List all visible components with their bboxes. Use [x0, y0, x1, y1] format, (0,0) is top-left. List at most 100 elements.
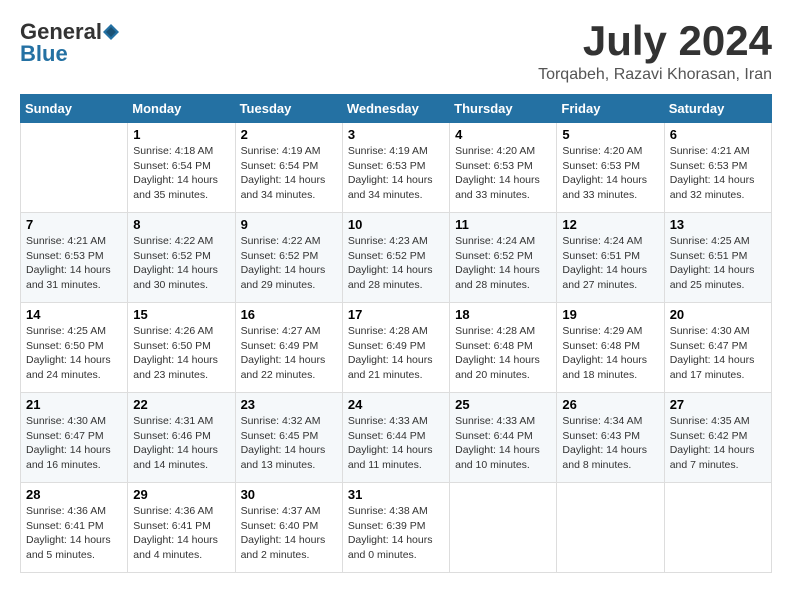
calendar-day-8: 8 Sunrise: 4:22 AMSunset: 6:52 PMDaylight… — [128, 213, 235, 303]
calendar-week-2: 7 Sunrise: 4:21 AMSunset: 6:53 PMDaylight… — [21, 213, 772, 303]
day-content: Sunrise: 4:22 AMSunset: 6:52 PMDaylight:… — [241, 234, 337, 293]
day-number: 10 — [348, 217, 444, 232]
calendar-day-6: 6 Sunrise: 4:21 AMSunset: 6:53 PMDaylight… — [664, 123, 771, 213]
calendar-day-3: 3Sunrise: 4:19 AMSunset: 6:53 PMDaylight… — [342, 123, 449, 213]
day-number: 14 — [26, 307, 122, 322]
day-content: Sunrise: 4:25 AMSunset: 6:51 PMDaylight:… — [670, 234, 766, 293]
day-content: Sunrise: 4:21 AMSunset: 6:53 PMDaylight:… — [26, 234, 122, 293]
location: Torqabeh, Razavi Khorasan, Iran — [538, 66, 772, 84]
day-number: 2 — [241, 127, 337, 142]
day-number: 20 — [670, 307, 766, 322]
calendar-day-31: 31 Sunrise: 4:38 AMSunset: 6:39 PMDayligh… — [342, 483, 449, 573]
day-content: Sunrise: 4:31 AMSunset: 6:46 PMDaylight:… — [133, 414, 229, 473]
empty-cell — [664, 483, 771, 573]
col-header-saturday: Saturday — [664, 95, 771, 123]
day-content: Sunrise: 4:23 AMSunset: 6:52 PMDaylight:… — [348, 234, 444, 293]
day-content: Sunrise: 4:28 AMSunset: 6:49 PMDaylight:… — [348, 324, 444, 383]
day-content: Sunrise: 4:18 AMSunset: 6:54 PMDaylight:… — [133, 144, 229, 203]
col-header-friday: Friday — [557, 95, 664, 123]
calendar-day-15: 15 Sunrise: 4:26 AMSunset: 6:50 PMDayligh… — [128, 303, 235, 393]
day-content: Sunrise: 4:35 AMSunset: 6:42 PMDaylight:… — [670, 414, 766, 473]
calendar-day-1: 1Sunrise: 4:18 AMSunset: 6:54 PMDaylight… — [128, 123, 235, 213]
col-header-wednesday: Wednesday — [342, 95, 449, 123]
day-number: 4 — [455, 127, 551, 142]
calendar-day-9: 9 Sunrise: 4:22 AMSunset: 6:52 PMDaylight… — [235, 213, 342, 303]
day-content: Sunrise: 4:25 AMSunset: 6:50 PMDaylight:… — [26, 324, 122, 383]
calendar-day-30: 30 Sunrise: 4:37 AMSunset: 6:40 PMDayligh… — [235, 483, 342, 573]
calendar-week-3: 14 Sunrise: 4:25 AMSunset: 6:50 PMDayligh… — [21, 303, 772, 393]
calendar-day-12: 12 Sunrise: 4:24 AMSunset: 6:51 PMDayligh… — [557, 213, 664, 303]
day-number: 18 — [455, 307, 551, 322]
day-content: Sunrise: 4:20 AMSunset: 6:53 PMDaylight:… — [455, 144, 551, 203]
day-number: 13 — [670, 217, 766, 232]
day-content: Sunrise: 4:29 AMSunset: 6:48 PMDaylight:… — [562, 324, 658, 383]
day-content: Sunrise: 4:32 AMSunset: 6:45 PMDaylight:… — [241, 414, 337, 473]
calendar-day-28: 28Sunrise: 4:36 AMSunset: 6:41 PMDayligh… — [21, 483, 128, 573]
day-content: Sunrise: 4:24 AMSunset: 6:52 PMDaylight:… — [455, 234, 551, 293]
day-content: Sunrise: 4:38 AMSunset: 6:39 PMDaylight:… — [348, 504, 444, 563]
day-content: Sunrise: 4:36 AMSunset: 6:41 PMDaylight:… — [133, 504, 229, 563]
calendar-day-18: 18 Sunrise: 4:28 AMSunset: 6:48 PMDayligh… — [450, 303, 557, 393]
empty-cell — [557, 483, 664, 573]
calendar-day-16: 16 Sunrise: 4:27 AMSunset: 6:49 PMDayligh… — [235, 303, 342, 393]
day-content: Sunrise: 4:33 AMSunset: 6:44 PMDaylight:… — [455, 414, 551, 473]
day-content: Sunrise: 4:27 AMSunset: 6:49 PMDaylight:… — [241, 324, 337, 383]
calendar-week-5: 28Sunrise: 4:36 AMSunset: 6:41 PMDayligh… — [21, 483, 772, 573]
calendar-day-19: 19 Sunrise: 4:29 AMSunset: 6:48 PMDayligh… — [557, 303, 664, 393]
day-content: Sunrise: 4:19 AMSunset: 6:54 PMDaylight:… — [241, 144, 337, 203]
day-number: 7 — [26, 217, 122, 232]
logo: General Blue — [20, 20, 120, 66]
calendar-day-22: 22 Sunrise: 4:31 AMSunset: 6:46 PMDayligh… — [128, 393, 235, 483]
day-number: 29 — [133, 487, 229, 502]
day-content: Sunrise: 4:20 AMSunset: 6:53 PMDaylight:… — [562, 144, 658, 203]
day-number: 26 — [562, 397, 658, 412]
col-header-thursday: Thursday — [450, 95, 557, 123]
calendar-day-23: 23 Sunrise: 4:32 AMSunset: 6:45 PMDayligh… — [235, 393, 342, 483]
col-header-sunday: Sunday — [21, 95, 128, 123]
calendar-day-5: 5 Sunrise: 4:20 AMSunset: 6:53 PMDaylight… — [557, 123, 664, 213]
day-number: 8 — [133, 217, 229, 232]
day-content: Sunrise: 4:24 AMSunset: 6:51 PMDaylight:… — [562, 234, 658, 293]
day-number: 6 — [670, 127, 766, 142]
day-number: 11 — [455, 217, 551, 232]
empty-cell — [450, 483, 557, 573]
day-number: 25 — [455, 397, 551, 412]
calendar-day-26: 26 Sunrise: 4:34 AMSunset: 6:43 PMDayligh… — [557, 393, 664, 483]
calendar-day-10: 10 Sunrise: 4:23 AMSunset: 6:52 PMDayligh… — [342, 213, 449, 303]
calendar-header-row: SundayMondayTuesdayWednesdayThursdayFrid… — [21, 95, 772, 123]
day-content: Sunrise: 4:26 AMSunset: 6:50 PMDaylight:… — [133, 324, 229, 383]
day-content: Sunrise: 4:30 AMSunset: 6:47 PMDaylight:… — [670, 324, 766, 383]
day-number: 19 — [562, 307, 658, 322]
empty-cell — [21, 123, 128, 213]
calendar-day-4: 4 Sunrise: 4:20 AMSunset: 6:53 PMDaylight… — [450, 123, 557, 213]
day-number: 27 — [670, 397, 766, 412]
day-number: 9 — [241, 217, 337, 232]
day-content: Sunrise: 4:22 AMSunset: 6:52 PMDaylight:… — [133, 234, 229, 293]
day-number: 22 — [133, 397, 229, 412]
calendar-week-4: 21Sunrise: 4:30 AMSunset: 6:47 PMDayligh… — [21, 393, 772, 483]
day-number: 17 — [348, 307, 444, 322]
day-number: 16 — [241, 307, 337, 322]
day-number: 31 — [348, 487, 444, 502]
day-content: Sunrise: 4:28 AMSunset: 6:48 PMDaylight:… — [455, 324, 551, 383]
day-content: Sunrise: 4:21 AMSunset: 6:53 PMDaylight:… — [670, 144, 766, 203]
col-header-monday: Monday — [128, 95, 235, 123]
calendar-day-29: 29 Sunrise: 4:36 AMSunset: 6:41 PMDayligh… — [128, 483, 235, 573]
month-title: July 2024 — [538, 20, 772, 62]
calendar-day-25: 25 Sunrise: 4:33 AMSunset: 6:44 PMDayligh… — [450, 393, 557, 483]
day-number: 30 — [241, 487, 337, 502]
day-number: 15 — [133, 307, 229, 322]
calendar-day-2: 2 Sunrise: 4:19 AMSunset: 6:54 PMDaylight… — [235, 123, 342, 213]
calendar-day-21: 21Sunrise: 4:30 AMSunset: 6:47 PMDayligh… — [21, 393, 128, 483]
calendar-day-14: 14 Sunrise: 4:25 AMSunset: 6:50 PMDayligh… — [21, 303, 128, 393]
logo-blue: Blue — [20, 42, 120, 66]
day-number: 5 — [562, 127, 658, 142]
calendar-day-13: 13 Sunrise: 4:25 AMSunset: 6:51 PMDayligh… — [664, 213, 771, 303]
day-content: Sunrise: 4:34 AMSunset: 6:43 PMDaylight:… — [562, 414, 658, 473]
day-content: Sunrise: 4:36 AMSunset: 6:41 PMDaylight:… — [26, 504, 122, 563]
day-content: Sunrise: 4:33 AMSunset: 6:44 PMDaylight:… — [348, 414, 444, 473]
day-number: 12 — [562, 217, 658, 232]
calendar-day-24: 24Sunrise: 4:33 AMSunset: 6:44 PMDayligh… — [342, 393, 449, 483]
day-content: Sunrise: 4:37 AMSunset: 6:40 PMDaylight:… — [241, 504, 337, 563]
day-number: 23 — [241, 397, 337, 412]
